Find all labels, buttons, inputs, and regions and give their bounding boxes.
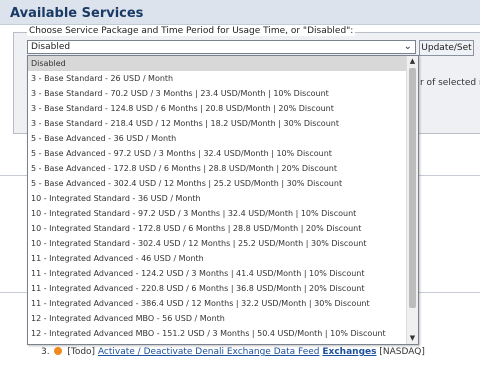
status-dot-icon xyxy=(54,347,63,355)
selected-value: Disabled xyxy=(31,42,71,52)
dropdown-option[interactable]: 10 - Integrated Standard - 172.8 USD / 6… xyxy=(28,221,408,236)
fieldset-legend: Choose Service Package and Time Period f… xyxy=(27,26,356,36)
dropdown-option[interactable]: 3 - Base Standard - 70.2 USD / 3 Months … xyxy=(28,86,408,101)
todo-item: 3. [Todo] Activate / Deactivate Denali E… xyxy=(41,347,425,357)
dropdown-option[interactable]: 3 - Base Standard - 218.4 USD / 12 Month… xyxy=(28,116,408,131)
section-title: Available Services xyxy=(10,6,144,21)
dropdown-option[interactable]: 11 - Integrated Advanced - 220.8 USD / 6… xyxy=(28,281,408,296)
dropdown-option[interactable]: 5 - Base Advanced - 172.8 USD / 6 Months… xyxy=(28,161,408,176)
update-set-button[interactable]: Update/Set xyxy=(419,40,474,56)
activate-denali-link[interactable]: Activate / Deactivate Denali Exchange Da… xyxy=(98,347,320,357)
todo-number: 3. xyxy=(41,347,50,357)
exchange-suffix: [NASDAQ] xyxy=(379,347,425,357)
dropdown-option[interactable]: 10 - Integrated Standard - 302.4 USD / 1… xyxy=(28,236,408,251)
dropdown-option[interactable]: 10 - Integrated Standard - 36 USD / Mont… xyxy=(28,191,408,206)
service-package-dropdown[interactable]: Disabled 3 - Base Standard - 26 USD / Mo… xyxy=(27,55,419,345)
dropdown-option[interactable]: 12 - Integrated Advanced MBO - 56 USD / … xyxy=(28,311,408,326)
dropdown-option[interactable]: 12 - Integrated Advanced MBO - 151.2 USD… xyxy=(28,326,408,341)
scroll-up-icon[interactable]: ▲ xyxy=(407,56,418,67)
exchanges-link[interactable]: Exchanges xyxy=(322,347,376,357)
dropdown-option[interactable]: 3 - Base Standard - 124.8 USD / 6 Months… xyxy=(28,101,408,116)
dropdown-option[interactable]: 10 - Integrated Standard - 97.2 USD / 3 … xyxy=(28,206,408,221)
dropdown-option[interactable]: 11 - Integrated Advanced - 386.4 USD / 1… xyxy=(28,296,408,311)
chevron-down-icon: ⌄ xyxy=(403,41,412,52)
scroll-down-icon[interactable]: ▼ xyxy=(407,333,418,344)
todo-tag: [Todo] xyxy=(67,347,96,357)
dropdown-option[interactable]: Disabled xyxy=(28,56,408,71)
dropdown-option[interactable]: 11 - Integrated Advanced - 124.2 USD / 3… xyxy=(28,266,408,281)
dropdown-option[interactable]: 3 - Base Standard - 26 USD / Month xyxy=(28,71,408,86)
section-header: Available Services xyxy=(0,0,480,25)
dropdown-option[interactable]: 11 - Integrated Advanced - 46 USD / Mont… xyxy=(28,251,408,266)
scrollbar-thumb[interactable] xyxy=(409,68,416,308)
dropdown-scrollbar[interactable]: ▲ ▼ xyxy=(406,56,418,344)
service-package-select[interactable]: Disabled ⌄ xyxy=(27,40,416,54)
trailing-text: r of selected m xyxy=(420,78,480,88)
dropdown-option[interactable]: 5 - Base Advanced - 302.4 USD / 12 Month… xyxy=(28,176,408,191)
dropdown-option[interactable]: 5 - Base Advanced - 36 USD / Month xyxy=(28,131,408,146)
dropdown-option[interactable]: 5 - Base Advanced - 97.2 USD / 3 Months … xyxy=(28,146,408,161)
